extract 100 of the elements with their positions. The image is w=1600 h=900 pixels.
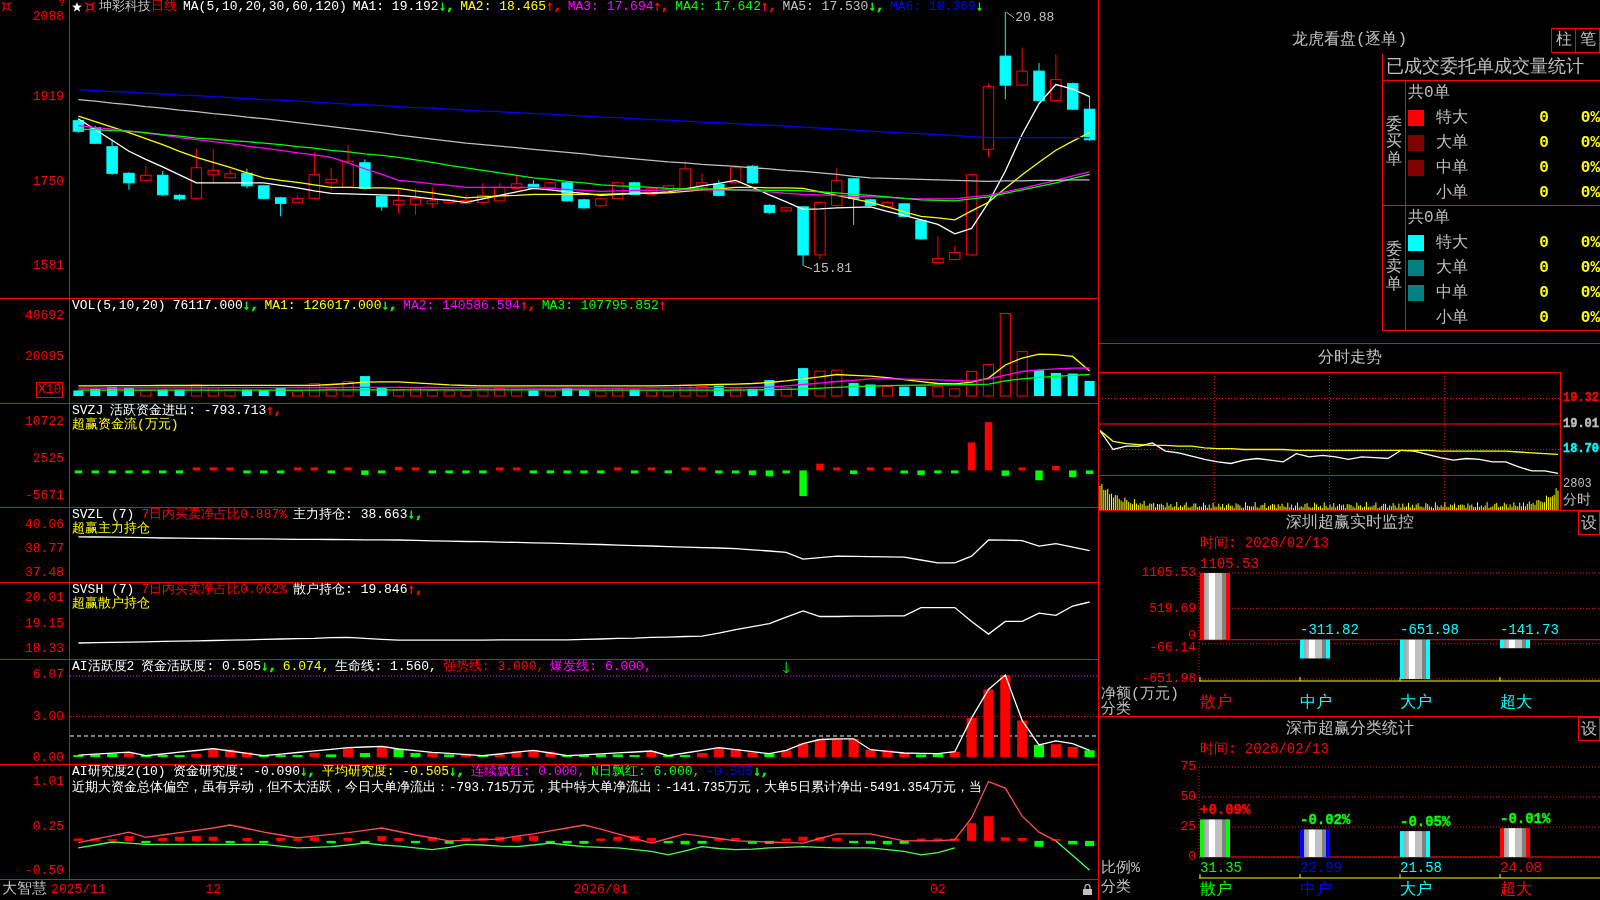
order-total: 共0单 [1408, 83, 1450, 104]
bar-value-label: -311.82 [1300, 622, 1359, 639]
axis-label: 18.70 [1563, 443, 1599, 456]
order-percent: 0% [1580, 258, 1600, 277]
indicator-subtitle: 超赢散户持仓 [72, 597, 150, 611]
trend-arrow: ↑, [266, 404, 282, 418]
order-percent: 0% [1580, 158, 1600, 177]
legend-value: MA3: 17.694 [567, 0, 654, 14]
order-count: 0 [1539, 133, 1549, 152]
order-count: 0 [1539, 158, 1549, 177]
unit-label: 分时 [1563, 492, 1591, 509]
legend-value: N日飘红: 6.000, [591, 765, 701, 779]
change-label: +0.09% [1200, 802, 1251, 819]
chart-subtitle: 时间: 2026/02/13 [1199, 535, 1330, 551]
legend-value: MA1: 126017.000 [264, 299, 382, 313]
order-size-label: 小单 [1435, 183, 1468, 203]
order-percent: 0% [1580, 233, 1600, 252]
scale-multiplier: X10 [36, 382, 64, 398]
axis-title: 分类 [1101, 878, 1131, 896]
axis-label: 25 [1180, 819, 1196, 835]
axis-title: 比例% [1101, 859, 1140, 877]
trend-arrow: ↓, [868, 0, 884, 14]
category-label: 中户 [1300, 694, 1332, 713]
legend-value: MA3: 107795.852 [541, 299, 659, 313]
order-size-label: 中单 [1435, 158, 1468, 178]
trend-arrow: ↓, [300, 765, 316, 779]
legend-value: MA4: 17.642 [675, 0, 761, 14]
legend-value: 活跃资金进出: -793.713 [110, 404, 267, 418]
trend-arrow: ↑, [546, 0, 562, 14]
axis-label: 2525 [32, 452, 64, 466]
axis-label: 20095 [25, 349, 64, 363]
trend-arrow: ↑ [658, 299, 667, 313]
legend-value: MA5: 17.530 [782, 0, 869, 14]
axis-label: 1105.53 [1141, 565, 1196, 581]
axis-label: 1581 [32, 259, 64, 273]
panel-title: 分时走势 [1317, 349, 1382, 367]
legend-value: MA2: 140586.594 [403, 299, 521, 313]
indicator-name: SVZJ [72, 404, 104, 418]
category-label: 中户 [1300, 881, 1332, 900]
indicator-name: SVSH (7) [72, 583, 135, 597]
legend-value: 76117.000 [172, 299, 243, 313]
order-size-label: 特大 [1435, 233, 1468, 253]
indicator-name: MA(5,10,20,30,60,120) [183, 0, 347, 14]
change-label: -0.05% [1400, 813, 1451, 830]
trend-arrow: ↓, [449, 765, 465, 779]
trend-arrow: ↓, [753, 765, 769, 779]
axis-label: 75 [1180, 759, 1196, 775]
change-label: -0.01% [1500, 810, 1551, 827]
side-label: 委买单 [1386, 116, 1402, 170]
bar-value-label: 31.35 [1200, 859, 1242, 876]
legend-value: MA2: 18.465 [460, 0, 547, 14]
order-percent: 0% [1580, 308, 1600, 327]
bar-value-label: 1105.53 [1200, 555, 1259, 572]
axis-label: 40692 [25, 308, 64, 322]
indicator-name: SVZL (7) [72, 508, 135, 522]
order-percent: 0% [1580, 133, 1600, 152]
legend-value: MA1: 19.192 [352, 0, 439, 14]
order-size-label: 特大 [1435, 108, 1468, 128]
axis-label: 6.07 [32, 668, 64, 682]
trend-arrow: ↓ [975, 0, 984, 14]
price-annotation: 20.88 [1015, 10, 1055, 26]
stock-name: 坤彩科技 [99, 0, 151, 14]
axis-label: 20.01 [25, 590, 64, 604]
order-size-label: 小单 [1435, 308, 1468, 328]
legend-value: 强势线: 3.000, [442, 660, 545, 674]
chart-subtitle: 时间: 2026/02/13 [1199, 741, 1330, 757]
legend-value: 7日内买卖净占比0.887% [141, 508, 288, 522]
axis-label: 10722 [25, 415, 64, 429]
legend-value: -0.505 [706, 765, 754, 779]
trend-arrow: ↑, [520, 299, 536, 313]
bar-value-label: 24.08 [1500, 859, 1542, 876]
indicator-subtitle: 超赢主力持仓 [72, 522, 150, 536]
period-label: 日线 [151, 0, 177, 14]
order-count: 0 [1539, 283, 1549, 302]
summary-text: 近期大资金总体偏空，虽有异动，但不太活跃，今日大单净流出：-793.715万元，其中特大单净流出：-141.735万元，大单5日累计净出-5491.354万元，当 [72, 779, 983, 796]
order-size-label: 大单 [1435, 258, 1468, 278]
indicator-name: VOL(5,10,20) [72, 299, 166, 313]
brand-label: 大智慧 [1, 880, 47, 900]
axis-label: 1919 [32, 90, 64, 104]
category-label: 散户 [1200, 881, 1232, 900]
order-size-label: 大单 [1435, 133, 1468, 153]
legend-value: 爆发线: 6.000, [550, 660, 652, 674]
axis-label: 19.32 [1563, 392, 1599, 405]
order-percent: 0% [1580, 108, 1600, 127]
trend-arrow: ↑, [653, 0, 670, 14]
axis-label: 18.33 [25, 642, 64, 656]
order-count: 0 [1539, 183, 1549, 202]
bar-value-label: 22.99 [1300, 859, 1342, 876]
axis-label: 0.25 [32, 819, 64, 833]
order-count: 0 [1539, 308, 1549, 327]
price-annotation: 15.81 [813, 261, 853, 277]
panel-title: 深圳超赢实时监控 [1285, 514, 1414, 532]
axis-label: 2088 [32, 10, 64, 23]
bar-value-label: -141.73 [1500, 622, 1559, 639]
category-label: 散户 [1200, 694, 1232, 713]
bar-value-label: 21.58 [1400, 859, 1442, 876]
change-label: -0.02% [1300, 812, 1351, 829]
axis-label: -651.98 [1141, 671, 1196, 687]
axis-label: 40.06 [25, 518, 64, 532]
axis-label: 19.01 [1563, 417, 1599, 431]
